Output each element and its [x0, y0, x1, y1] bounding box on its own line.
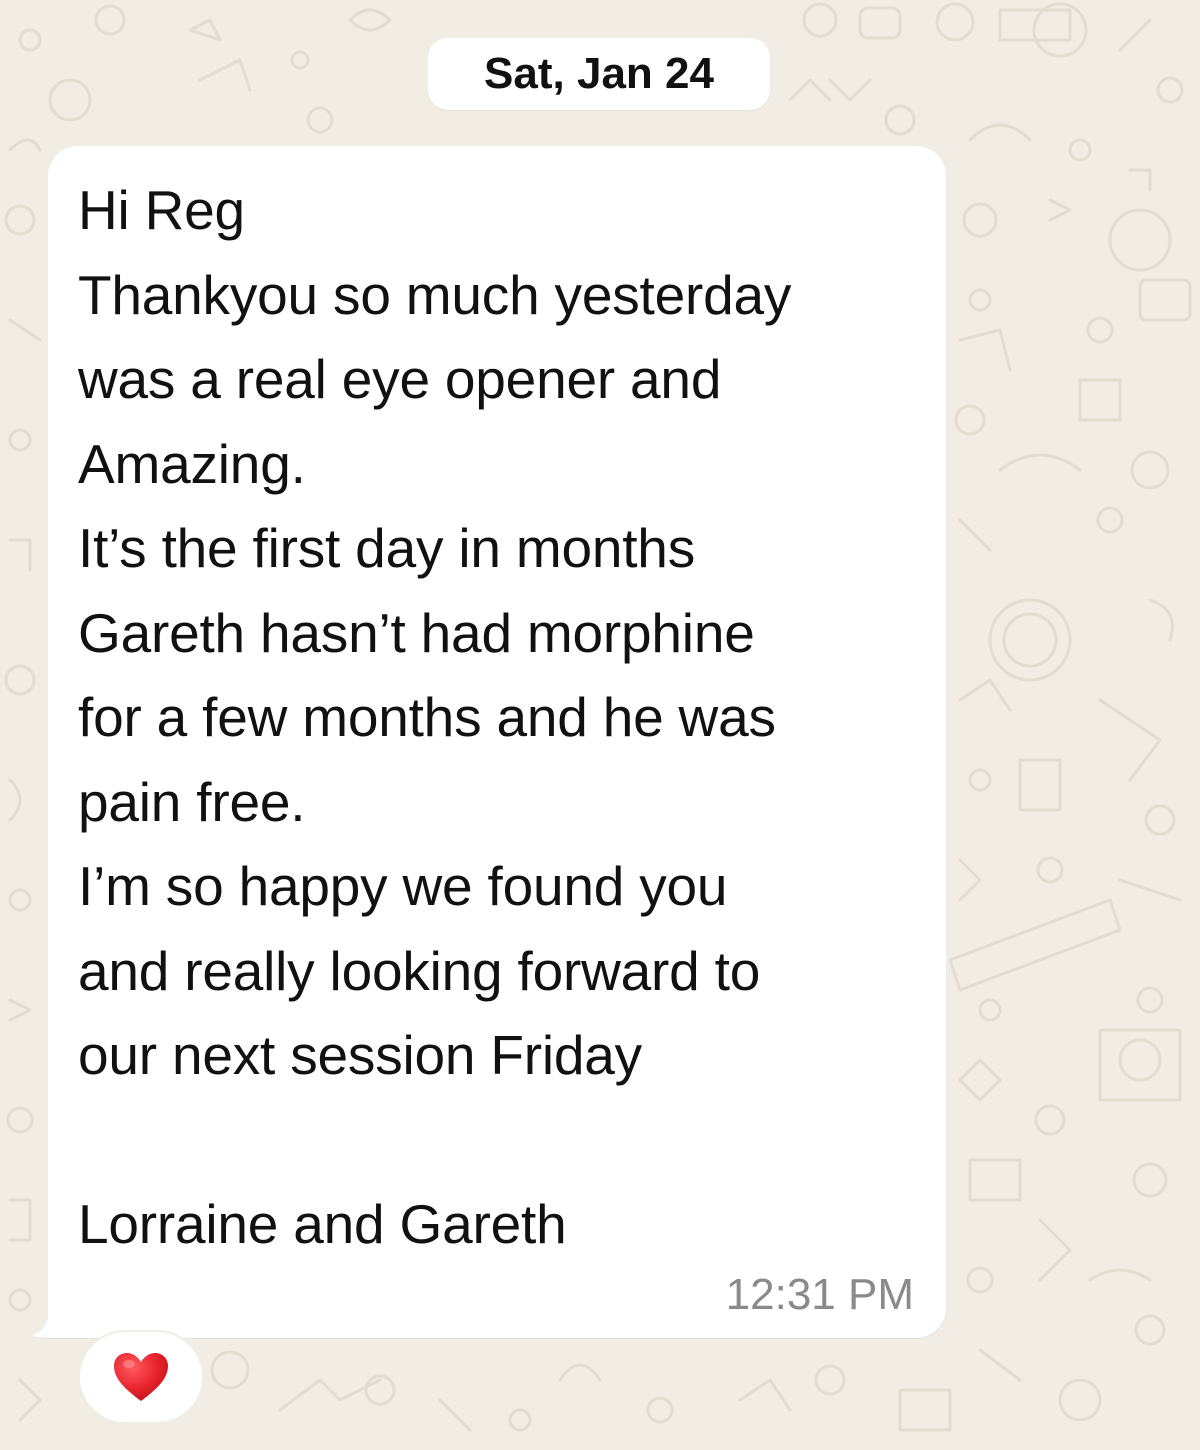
date-separator-label: Sat, Jan 24 — [484, 49, 714, 98]
red-heart-icon — [114, 1353, 168, 1401]
date-separator: Sat, Jan 24 — [428, 38, 770, 110]
message-reaction[interactable] — [80, 1332, 202, 1422]
message-text: Hi Reg Thankyou so much yesterday was a … — [78, 179, 792, 1255]
message-timestamp: 12:31 PM — [725, 1270, 914, 1319]
